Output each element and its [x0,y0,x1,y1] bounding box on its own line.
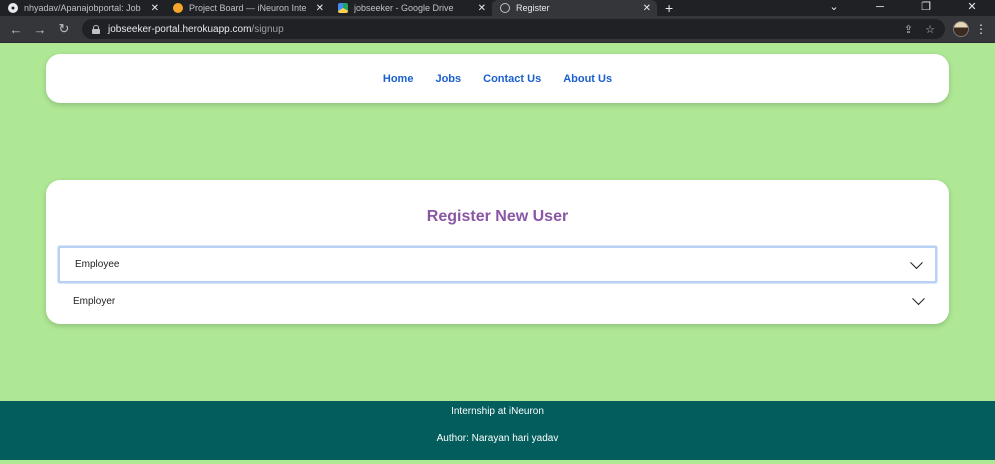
nav-contact-link[interactable]: Contact Us [483,73,541,85]
bookmark-star-icon[interactable]: ☆ [925,23,935,36]
minimize-icon[interactable]: ─ [857,0,903,16]
register-title: Register New User [426,208,569,225]
page-footer: Internship at iNeuron Author: Narayan ha… [0,401,995,460]
restore-icon[interactable]: ❐ [903,0,949,16]
share-icon[interactable]: ⇪ [904,23,913,36]
google-drive-icon [338,3,348,13]
nav-home-link[interactable]: Home [383,73,414,85]
browser-tab-project-board[interactable]: Project Board — iNeuron Interns ✕ [165,0,330,16]
new-tab-button[interactable]: + [657,0,681,16]
url-host: jobseeker-portal.herokuapp.com [108,23,252,35]
bottom-strip [0,460,995,464]
close-tab-icon[interactable]: ✕ [312,3,324,14]
tab-title: Register [516,3,550,13]
employee-accordion[interactable]: Employee [58,246,937,283]
forward-icon[interactable]: → [30,19,50,39]
window-controls: ⌄ ─ ❐ ✕ [811,0,995,16]
browser-tab-github[interactable]: ● nhyadav/Apanajobportal: Jobsee ✕ [0,0,165,16]
profile-avatar[interactable] [953,21,969,37]
lock-icon[interactable] [92,24,100,34]
accordion-label: Employer [73,295,116,307]
footer-author-text: Author: Narayan hari yadav [436,433,559,444]
tab-title: jobseeker - Google Drive [354,3,454,13]
browser-tab-register[interactable]: Register ✕ [492,0,657,16]
nav-about-link[interactable]: About Us [563,73,612,85]
close-window-icon[interactable]: ✕ [949,0,995,16]
close-tab-icon[interactable]: ✕ [639,3,651,14]
nav-jobs-link[interactable]: Jobs [435,73,461,85]
footer-internship-text: Internship at iNeuron [451,406,544,417]
browser-menu-icon[interactable]: ⋮ [973,22,989,36]
tab-title: nhyadav/Apanajobportal: Jobsee [24,3,141,13]
accordion-label: Employee [75,259,120,270]
close-tab-icon[interactable]: ✕ [147,3,159,14]
back-icon[interactable]: ← [6,19,26,39]
url-path: /signup [251,23,284,35]
reload-icon[interactable]: ↻ [54,19,74,39]
browser-tab-bar: ● nhyadav/Apanajobportal: Jobsee ✕ Proje… [0,0,995,16]
employer-accordion[interactable]: Employer [58,284,937,318]
chevron-down-icon [912,292,925,306]
tab-title: Project Board — iNeuron Interns [189,3,306,13]
close-tab-icon[interactable]: ✕ [474,3,486,14]
browser-toolbar: ← → ↻ jobseeker-portal.herokuapp.com/sig… [0,16,995,43]
github-icon: ● [8,3,18,13]
tab-search-icon[interactable]: ⌄ [811,0,857,16]
chevron-down-icon [910,255,923,269]
address-bar[interactable]: jobseeker-portal.herokuapp.com/signup ⇪ … [82,19,945,39]
globe-icon [500,3,510,13]
site-navbar: Home Jobs Contact Us About Us [46,54,949,103]
browser-tab-google-drive[interactable]: jobseeker - Google Drive ✕ [330,0,492,16]
ineuron-icon [173,3,183,13]
url-text[interactable]: jobseeker-portal.herokuapp.com/signup [108,24,284,35]
